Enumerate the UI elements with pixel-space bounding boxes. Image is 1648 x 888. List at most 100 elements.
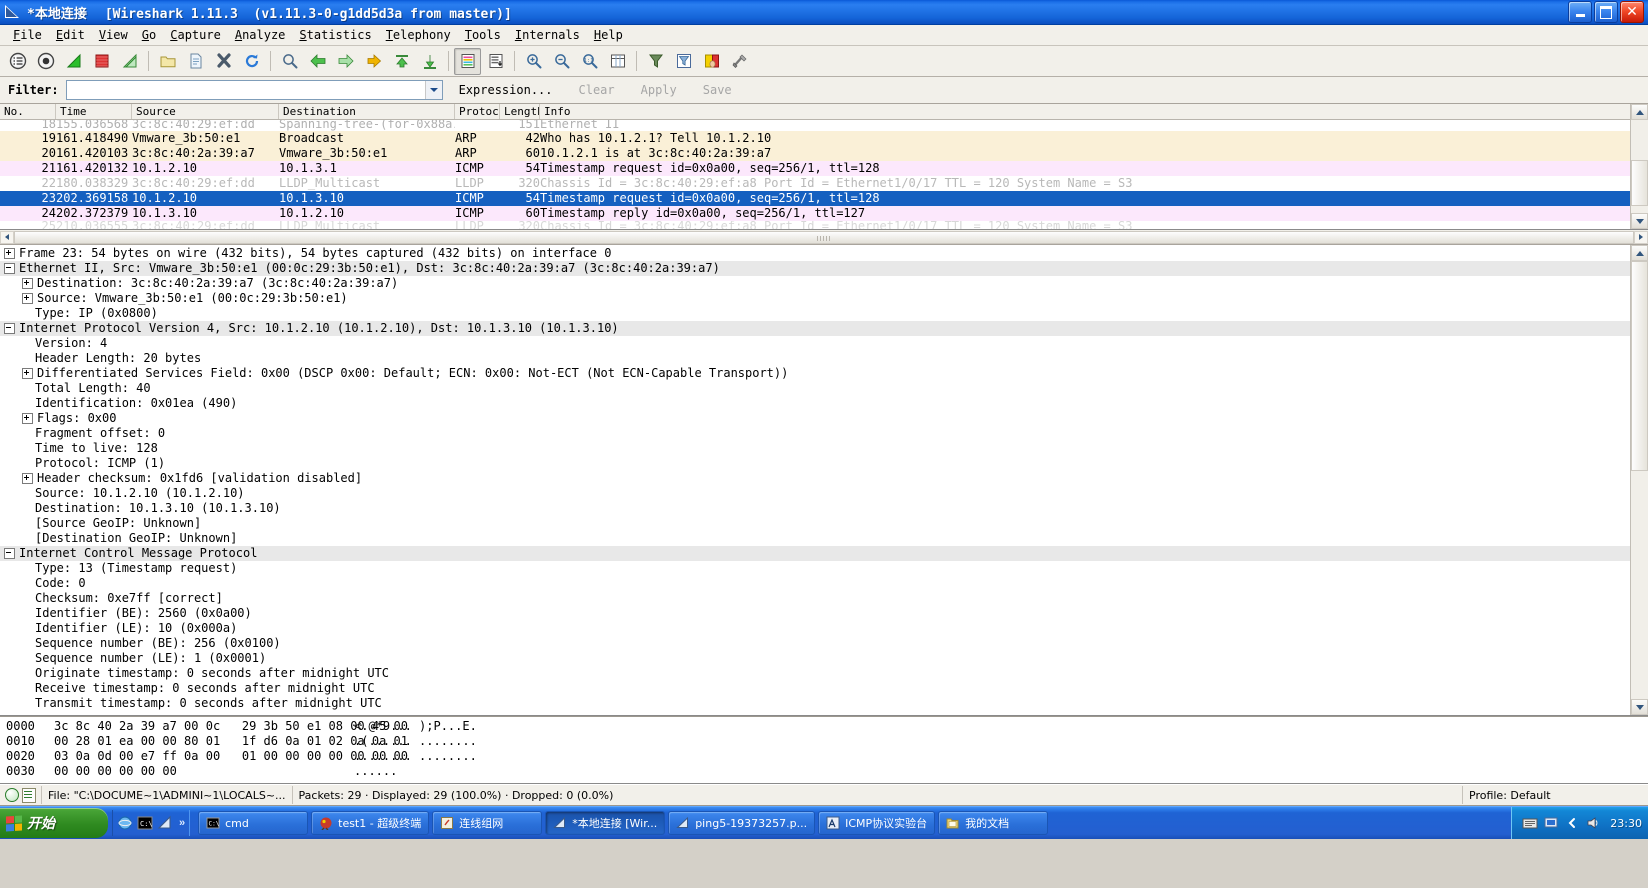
column-header-length[interactable]: Length	[500, 104, 540, 119]
chevron-down-icon[interactable]	[424, 81, 442, 99]
detail-tree-row[interactable]: Protocol: ICMP (1)	[0, 456, 1648, 471]
detail-tree-row[interactable]: Ethernet II, Src: Vmware_3b:50:e1 (00:0c…	[0, 261, 1648, 276]
detail-tree-row[interactable]: Sequence number (BE): 256 (0x0100)	[0, 636, 1648, 651]
start-button[interactable]: 开始	[0, 808, 108, 838]
detail-tree-row[interactable]: Source: 10.1.2.10 (10.1.2.10)	[0, 486, 1648, 501]
save-file-icon[interactable]	[182, 48, 209, 75]
find-packet-icon[interactable]	[276, 48, 303, 75]
table-row[interactable]: 24 202.372379 10.1.3.10 10.1.2.10 ICMP 60 Time…	[0, 206, 1648, 221]
scroll-up-icon[interactable]	[1631, 245, 1648, 261]
scroll-down-icon[interactable]	[1631, 213, 1648, 229]
table-row[interactable]: 22 180.038329 3c:8c:40:29:ef:dd LLDP_Multic…	[0, 176, 1648, 191]
detail-tree-row[interactable]: Version: 4	[0, 336, 1648, 351]
expand-icon[interactable]	[22, 278, 33, 289]
ie-icon[interactable]	[117, 815, 133, 831]
restart-capture-icon[interactable]	[116, 48, 143, 75]
detail-tree-row[interactable]: Identifier (BE): 2560 (0x0a00)	[0, 606, 1648, 621]
menu-item-help[interactable]: Help	[587, 27, 630, 43]
coloring-rules-icon[interactable]	[698, 48, 725, 75]
column-header-destination[interactable]: Destination	[279, 104, 455, 119]
close-button[interactable]: ✕	[1620, 1, 1644, 23]
scroll-down-icon[interactable]	[1631, 699, 1648, 715]
taskbar-task-button[interactable]: 连线组网	[432, 811, 543, 835]
detail-tree-row[interactable]: Header Length: 20 bytes	[0, 351, 1648, 366]
packet-list-body[interactable]: 18 155.036568 3c:8c:40:29:ef:dd Spanning-tr…	[0, 120, 1648, 229]
detail-tree-row[interactable]: Identifier (LE): 10 (0x000a)	[0, 621, 1648, 636]
menu-item-view[interactable]: View	[92, 27, 135, 43]
network-icon[interactable]	[1543, 815, 1559, 831]
collapse-icon[interactable]	[4, 323, 15, 334]
open-file-icon[interactable]	[154, 48, 181, 75]
menu-item-capture[interactable]: Capture	[163, 27, 228, 43]
detail-tree-row[interactable]: Differentiated Services Field: 0x00 (DSC…	[0, 366, 1648, 381]
start-capture-icon[interactable]	[60, 48, 87, 75]
filter-input-wrapper[interactable]	[65, 80, 443, 100]
detail-tree-row[interactable]: Identification: 0x01ea (490)	[0, 396, 1648, 411]
capture-filters-icon[interactable]	[642, 48, 669, 75]
menu-item-edit[interactable]: Edit	[49, 27, 92, 43]
preferences-icon[interactable]	[726, 48, 753, 75]
detail-tree-row[interactable]: Transmit timestamp: 0 seconds after midn…	[0, 696, 1648, 711]
go-last-packet-icon[interactable]	[416, 48, 443, 75]
detail-tree-row[interactable]: Code: 0	[0, 576, 1648, 591]
table-row[interactable]: 19 161.418490 Vmware_3b:50:e1 Broadcast ARP 4…	[0, 131, 1648, 146]
taskbar-task-button[interactable]: *本地连接 [Wir...	[545, 811, 666, 835]
hex-dump-row[interactable]: 0010 00 28 01 ea 00 00 80 01 1f d6 0a 01 …	[0, 734, 1648, 749]
expand-icon[interactable]	[22, 413, 33, 424]
detail-tree-row[interactable]: Type: 13 (Timestamp request)	[0, 561, 1648, 576]
capture-options-icon[interactable]	[32, 48, 59, 75]
column-header-source[interactable]: Source	[132, 104, 279, 119]
detail-tree-row[interactable]: Checksum: 0xe7ff [correct]	[0, 591, 1648, 606]
clear-filter-button[interactable]: Clear	[569, 81, 625, 99]
detail-tree-row[interactable]: Total Length: 40	[0, 381, 1648, 396]
go-back-icon[interactable]	[304, 48, 331, 75]
expert-info-icon[interactable]	[5, 788, 19, 802]
go-first-packet-icon[interactable]	[388, 48, 415, 75]
hex-dump-row[interactable]: 0030 00 00 00 00 00 00......	[0, 764, 1648, 779]
show-hidden-icons-icon[interactable]	[1564, 815, 1580, 831]
expand-icon[interactable]	[4, 248, 15, 259]
zoom-in-icon[interactable]	[520, 48, 547, 75]
wireshark-icon[interactable]	[157, 815, 173, 831]
menu-item-internals[interactable]: Internals	[508, 27, 587, 43]
taskbar-task-button[interactable]: ICMP协议实验台	[818, 811, 936, 835]
table-row[interactable]: 20 161.420103 3c:8c:40:2a:39:a7 Vmware_3b:5…	[0, 146, 1648, 161]
detail-tree-row[interactable]: Type: IP (0x0800)	[0, 306, 1648, 321]
hex-dump-row[interactable]: 0020 03 0a 0d 00 e7 ff 0a 00 01 00 00 00 …	[0, 749, 1648, 764]
scroll-thumb[interactable]	[1631, 261, 1648, 471]
menu-item-go[interactable]: Go	[135, 27, 163, 43]
expand-icon[interactable]	[22, 473, 33, 484]
detail-tree-row[interactable]: Originate timestamp: 0 seconds after mid…	[0, 666, 1648, 681]
menu-item-analyze[interactable]: Analyze	[228, 27, 293, 43]
taskbar-task-button[interactable]: 我的文档	[938, 811, 1049, 835]
colorize-icon[interactable]	[454, 47, 481, 75]
expression-button[interactable]: Expression...	[449, 81, 563, 99]
volume-icon[interactable]	[1585, 815, 1601, 831]
collapse-icon[interactable]	[4, 548, 15, 559]
packet-details-pane[interactable]: Frame 23: 54 bytes on wire (432 bits), 5…	[0, 245, 1648, 716]
go-forward-icon[interactable]	[332, 48, 359, 75]
hscroll-left-icon[interactable]	[0, 230, 14, 244]
column-header-time[interactable]: Time	[56, 104, 132, 119]
interfaces-icon[interactable]	[4, 48, 31, 75]
menu-item-tools[interactable]: Tools	[458, 27, 508, 43]
detail-tree-row[interactable]: Sequence number (LE): 1 (0x0001)	[0, 651, 1648, 666]
taskbar-clock[interactable]: 23:30	[1610, 817, 1642, 830]
filter-input[interactable]	[66, 81, 425, 99]
column-header-protocol[interactable]: Protocol	[455, 104, 500, 119]
detail-tree-row[interactable]: [Source GeoIP: Unknown]	[0, 516, 1648, 531]
packet-list-hscrollbar[interactable]	[0, 230, 1648, 245]
detail-tree-row[interactable]: Flags: 0x00	[0, 411, 1648, 426]
column-header-info[interactable]: Info	[540, 104, 1648, 119]
table-row[interactable]: 18 155.036568 3c:8c:40:29:ef:dd Spanning-tr…	[0, 120, 1648, 131]
hex-dump-row[interactable]: 0000 3c 8c 40 2a 39 a7 00 0c 29 3b 50 e1 …	[0, 719, 1648, 734]
zoom-out-icon[interactable]	[548, 48, 575, 75]
menu-item-file[interactable]: File	[6, 27, 49, 43]
taskbar-task-button[interactable]: ping5-19373257.p...	[668, 811, 816, 835]
packet-details-scrollbar[interactable]	[1630, 245, 1648, 715]
detail-tree-row[interactable]: Destination: 3c:8c:40:2a:39:a7 (3c:8c:40…	[0, 276, 1648, 291]
chevron-right-icon[interactable]: »	[179, 817, 185, 829]
detail-tree-row[interactable]: Time to live: 128	[0, 441, 1648, 456]
menu-item-telephony[interactable]: Telephony	[379, 27, 458, 43]
scroll-thumb[interactable]	[1631, 160, 1648, 206]
